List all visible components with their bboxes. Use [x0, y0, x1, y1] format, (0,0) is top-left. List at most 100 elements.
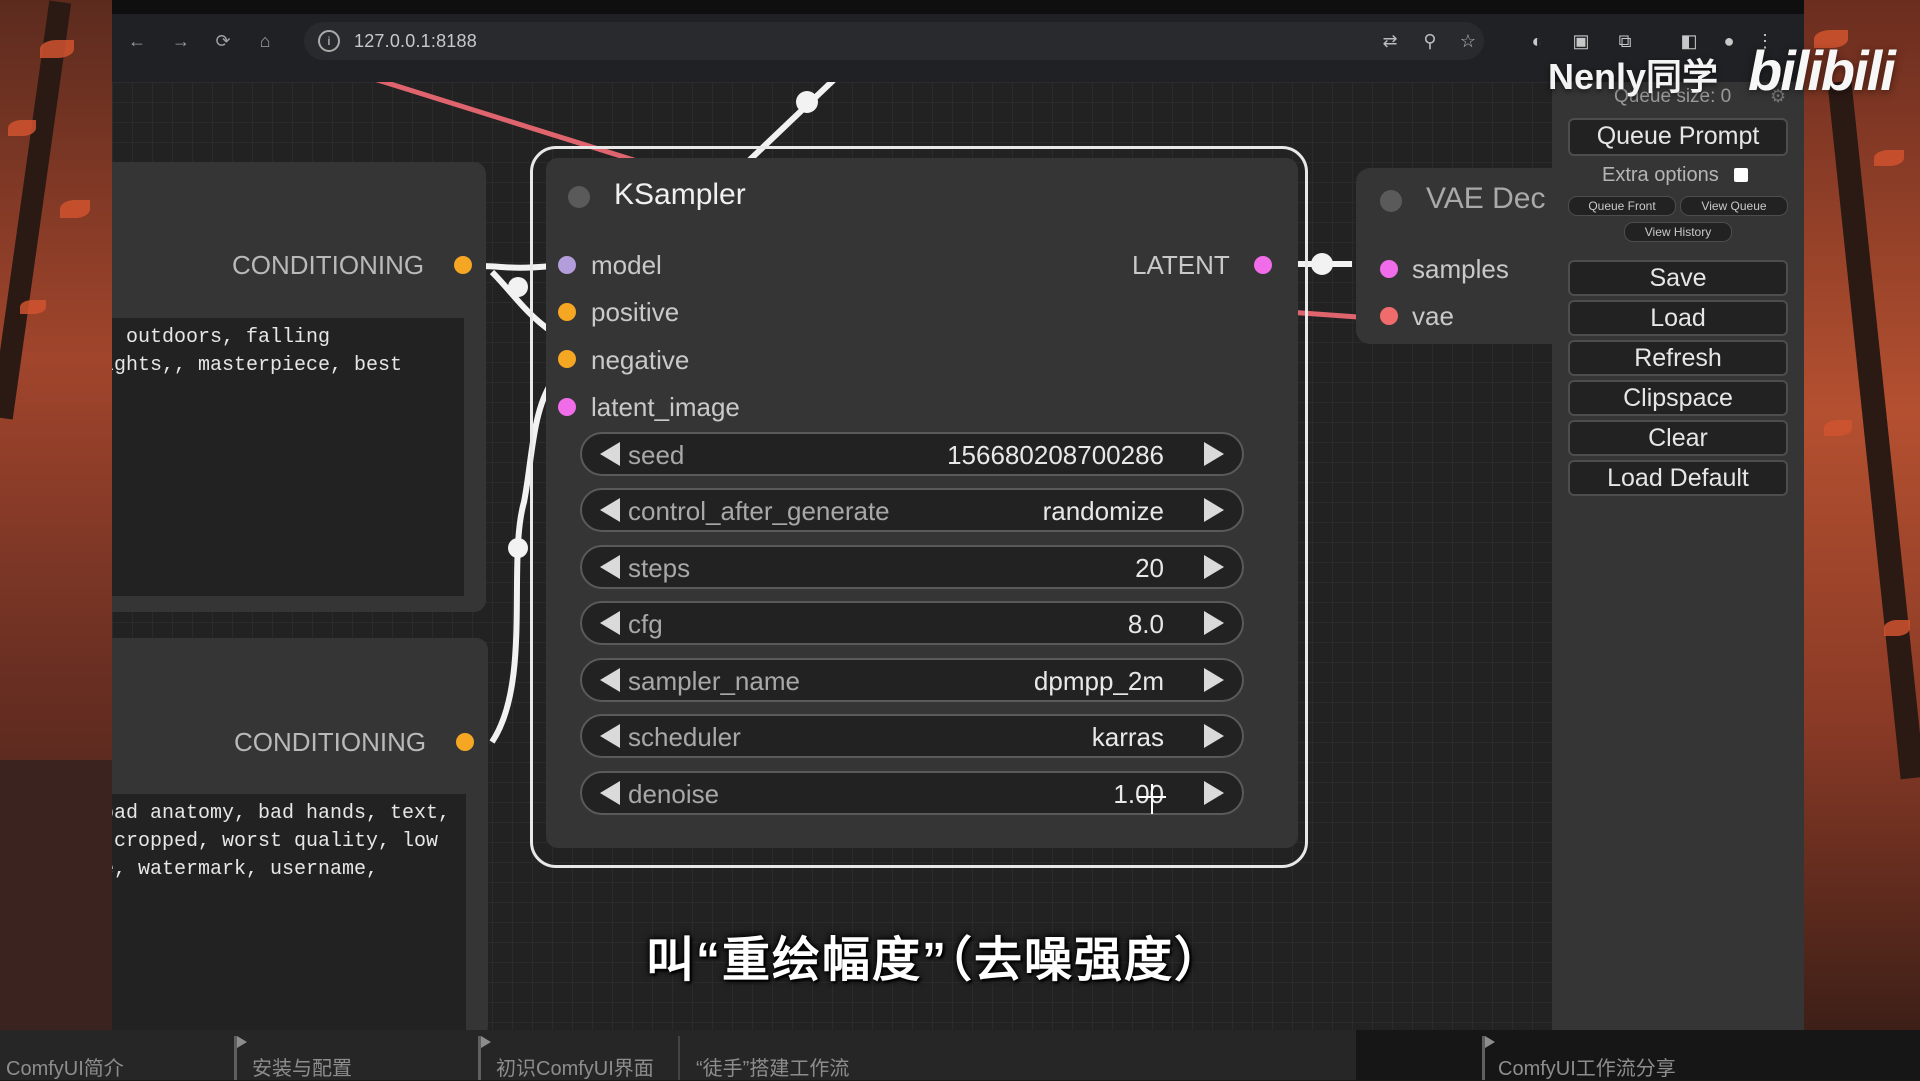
- url-text: 127.0.0.1:8188: [354, 31, 477, 51]
- chapter-item[interactable]: ComfyUI工作流分享: [1498, 1052, 1676, 1081]
- negative-prompt-textarea[interactable]: bad anatomy, bad hands, text, cropped, w…: [112, 794, 466, 1030]
- widget-name: sampler_name: [628, 666, 800, 696]
- clipspace-button[interactable]: Clipspace: [1568, 380, 1788, 416]
- back-icon[interactable]: ←: [126, 30, 148, 52]
- bookmark-star-icon[interactable]: ☆: [1458, 31, 1478, 51]
- refresh-button[interactable]: Refresh: [1568, 340, 1788, 376]
- reload-icon[interactable]: ⟳: [212, 30, 234, 52]
- extension-icon[interactable]: ◐: [1526, 30, 1548, 52]
- site-info-icon[interactable]: i: [318, 30, 340, 52]
- vae-decode-title: VAE Dec: [1426, 182, 1546, 215]
- watermark-username: Nenly同学: [1548, 56, 1719, 97]
- scheduler-widget[interactable]: scheduler karras: [580, 714, 1244, 758]
- extra-options-checkbox[interactable]: [1734, 168, 1748, 182]
- forward-icon[interactable]: →: [170, 30, 192, 52]
- latent-output-port[interactable]: [1254, 256, 1272, 274]
- decrement-arrow-icon[interactable]: [600, 611, 620, 635]
- home-icon[interactable]: ⌂: [254, 30, 276, 52]
- negative-input-port[interactable]: [558, 350, 576, 368]
- collapse-dot-icon[interactable]: [1380, 190, 1402, 212]
- increment-arrow-icon[interactable]: [1204, 668, 1224, 692]
- queue-front-button[interactable]: Queue Front: [1568, 196, 1676, 216]
- model-input-port[interactable]: [558, 256, 576, 274]
- widget-value: dpmpp_2m: [1033, 666, 1164, 696]
- increment-arrow-icon[interactable]: [1204, 555, 1224, 579]
- vae-input-port[interactable]: [1380, 307, 1398, 325]
- node-graph-canvas[interactable]: CONDITIONING , outdoors, falling ights,,…: [112, 82, 1552, 1030]
- view-queue-button[interactable]: View Queue: [1680, 196, 1788, 216]
- chapter-item[interactable]: “徒手”搭建工作流: [696, 1052, 849, 1081]
- background-artwork-left: [0, 0, 112, 1030]
- increment-arrow-icon[interactable]: [1204, 724, 1224, 748]
- ksampler-title: KSampler: [614, 178, 746, 211]
- clear-button[interactable]: Clear: [1568, 420, 1788, 456]
- address-bar[interactable]: i 127.0.0.1:8188 ⇄ ⚲ ☆: [304, 22, 1484, 60]
- steps-widget[interactable]: steps 20: [580, 545, 1244, 589]
- increment-arrow-icon[interactable]: [1204, 442, 1224, 466]
- widget-name: scheduler: [628, 722, 741, 752]
- conditioning-output-label: CONDITIONING: [234, 727, 427, 757]
- video-subtitle: 叫“重绘幅度”（去噪强度）: [646, 934, 1225, 987]
- save-button[interactable]: Save: [1568, 260, 1788, 296]
- vae-input-label: vae: [1412, 301, 1454, 331]
- samples-input-label: samples: [1412, 254, 1509, 284]
- background-artwork-right: [1804, 0, 1920, 1030]
- decrement-arrow-icon[interactable]: [600, 781, 620, 805]
- widget-name: denoise: [628, 779, 720, 809]
- translate-icon[interactable]: ⇄: [1380, 31, 1400, 51]
- positive-input-port[interactable]: [558, 303, 576, 321]
- cfg-widget[interactable]: cfg 8.0: [580, 601, 1244, 645]
- widget-name: cfg: [628, 609, 663, 639]
- widget-value: karras: [1091, 722, 1164, 752]
- widget-name: control_after_generate: [628, 496, 890, 526]
- negative-input-label: negative: [591, 345, 690, 375]
- extra-options-label: Extra options: [1602, 164, 1719, 186]
- load-default-button[interactable]: Load Default: [1568, 460, 1788, 496]
- positive-prompt-textarea[interactable]: , outdoors, falling ights,, masterpiece,…: [112, 318, 464, 596]
- decrement-arrow-icon[interactable]: [600, 442, 620, 466]
- widget-name: steps: [628, 553, 691, 583]
- widget-value: 8.0: [1127, 609, 1164, 639]
- chapter-divider: [678, 1036, 680, 1080]
- conditioning-output-port[interactable]: [456, 733, 474, 751]
- widget-name: seed: [628, 440, 685, 470]
- positive-input-label: positive: [591, 297, 680, 327]
- zoom-icon[interactable]: ⚲: [1420, 31, 1440, 51]
- latent-output-label: LATENT: [1132, 250, 1230, 280]
- increment-arrow-icon[interactable]: [1204, 498, 1224, 522]
- latent-image-input-port[interactable]: [558, 398, 576, 416]
- decrement-arrow-icon[interactable]: [600, 724, 620, 748]
- widget-value: 20: [1135, 553, 1164, 583]
- profile-avatar-icon[interactable]: ●: [1718, 30, 1740, 52]
- view-history-button[interactable]: View History: [1624, 222, 1732, 242]
- chapter-item[interactable]: 安装与配置: [252, 1052, 352, 1081]
- control-after-generate-widget[interactable]: control_after_generate randomize: [580, 488, 1244, 532]
- chapter-flag-icon: [481, 1036, 491, 1048]
- mouse-cursor-icon: [1151, 784, 1153, 814]
- chapter-flag-icon: [1485, 1036, 1495, 1048]
- decrement-arrow-icon[interactable]: [600, 555, 620, 579]
- conditioning-output-port[interactable]: [454, 256, 472, 274]
- latent-image-input-label: latent_image: [591, 392, 740, 422]
- queue-prompt-button[interactable]: Queue Prompt: [1568, 118, 1788, 156]
- widget-value: 156680208700286: [947, 440, 1164, 470]
- sampler-name-widget[interactable]: sampler_name dpmpp_2m: [580, 658, 1244, 702]
- chapter-item[interactable]: 初识ComfyUI界面: [496, 1052, 654, 1081]
- seed-widget[interactable]: seed 156680208700286: [580, 432, 1244, 476]
- decrement-arrow-icon[interactable]: [600, 668, 620, 692]
- chapter-item[interactable]: ComfyUI简介: [6, 1052, 124, 1081]
- conditioning-output-label: CONDITIONING: [232, 250, 425, 280]
- browser-tab-strip: [112, 0, 1804, 14]
- samples-input-port[interactable]: [1380, 260, 1398, 278]
- load-button[interactable]: Load: [1568, 300, 1788, 336]
- collapse-dot-icon[interactable]: [568, 186, 590, 208]
- widget-value: 1.00: [1113, 779, 1164, 809]
- decrement-arrow-icon[interactable]: [600, 498, 620, 522]
- increment-arrow-icon[interactable]: [1204, 781, 1224, 805]
- bilibili-logo: bilibili: [1748, 39, 1896, 102]
- increment-arrow-icon[interactable]: [1204, 611, 1224, 635]
- denoise-widget[interactable]: denoise 1.00: [580, 771, 1244, 815]
- model-input-label: model: [591, 250, 662, 280]
- widget-value: randomize: [1042, 496, 1164, 526]
- chapter-flag-icon: [237, 1036, 247, 1048]
